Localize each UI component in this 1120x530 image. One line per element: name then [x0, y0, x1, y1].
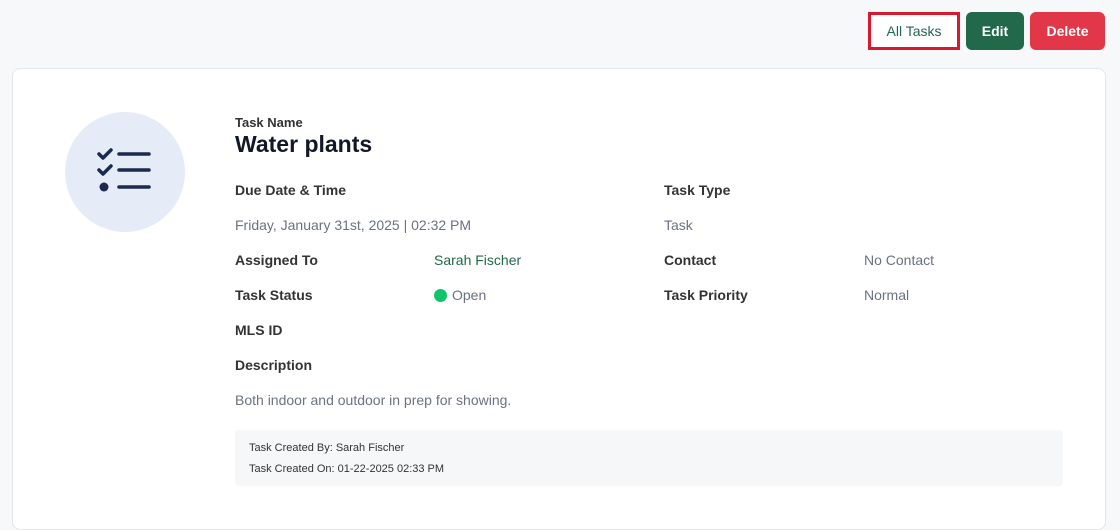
created-on-text: Task Created On: 01-22-2025 02:33 PM: [249, 463, 445, 475]
edit-button[interactable]: Edit: [966, 12, 1024, 50]
delete-button[interactable]: Delete: [1030, 12, 1105, 50]
all-tasks-button[interactable]: All Tasks: [868, 12, 960, 50]
contact-value: No Contact: [864, 252, 935, 268]
status-dot-icon: [434, 289, 447, 302]
mls-id-label: MLS ID: [235, 322, 283, 338]
assigned-to-label: Assigned To: [235, 252, 318, 268]
task-type-value: Task: [664, 217, 693, 233]
contact-label: Contact: [664, 252, 717, 268]
task-type-label: Task Type: [664, 182, 731, 198]
description-value: Both indoor and outdoor in prep for show…: [235, 392, 512, 408]
due-date-value: Friday, January 31st, 2025 | 02:32 PM: [235, 217, 472, 233]
task-meta-box: Task Created By: Sarah Fischer Task Crea…: [235, 430, 1063, 486]
action-toolbar: All Tasks Edit Delete: [868, 12, 1105, 50]
assigned-to-link[interactable]: Sarah Fischer: [434, 252, 521, 268]
task-avatar: [65, 112, 185, 232]
task-name: Water plants: [235, 131, 373, 157]
task-status-label: Task Status: [235, 287, 313, 303]
task-name-label: Task Name: [235, 115, 303, 130]
task-detail-card: Task Name Water plants Due Date & Time F…: [12, 68, 1106, 530]
task-priority-label: Task Priority: [664, 287, 748, 303]
created-by-text: Task Created By: Sarah Fischer: [249, 442, 405, 454]
status-text: Open: [452, 287, 487, 303]
checklist-icon: [97, 148, 151, 192]
description-label: Description: [235, 357, 313, 373]
task-priority-value: Normal: [864, 287, 910, 303]
task-status-value: Open: [434, 287, 486, 303]
due-date-label: Due Date & Time: [235, 182, 346, 198]
